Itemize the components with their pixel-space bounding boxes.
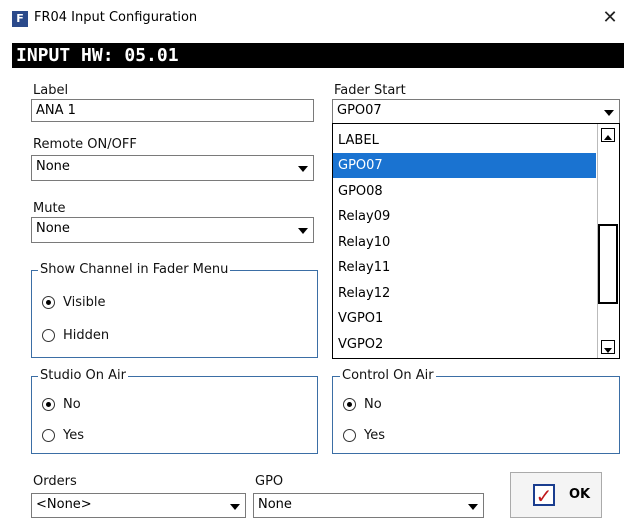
- label-input[interactable]: ANA 1: [31, 99, 314, 122]
- chevron-down-icon: [298, 166, 308, 172]
- control-yes-label: Yes: [364, 428, 385, 443]
- show-channel-title: Show Channel in Fader Menu: [38, 262, 231, 277]
- chevron-down-icon: [468, 504, 478, 510]
- visible-label: Visible: [63, 295, 106, 310]
- studio-no-radio[interactable]: [42, 398, 55, 411]
- dropdown-item[interactable]: Relay10: [333, 230, 596, 255]
- studio-on-air-title: Studio On Air: [38, 368, 128, 383]
- gpo-value: None: [258, 497, 292, 512]
- orders-select[interactable]: <None>: [31, 493, 246, 518]
- dropdown-item[interactable]: Relay12: [333, 281, 596, 306]
- chevron-down-icon: [298, 228, 308, 234]
- chevron-down-icon: [230, 504, 240, 510]
- mute-value: None: [36, 221, 70, 236]
- orders-caption: Orders: [33, 474, 77, 489]
- checkbox-check-icon: ✓: [533, 484, 555, 506]
- chevron-down-icon: [604, 348, 612, 353]
- gpo-caption: GPO: [255, 474, 284, 489]
- dropdown-item[interactable]: VGPO1: [333, 306, 596, 331]
- ok-button[interactable]: ✓ OK: [510, 472, 602, 518]
- dropdown-item[interactable]: VGPO2: [333, 332, 596, 357]
- fader-start-value: GPO07: [337, 103, 382, 118]
- control-no-radio[interactable]: [343, 398, 356, 411]
- control-yes-radio[interactable]: [343, 429, 356, 442]
- orders-value: <None>: [36, 497, 92, 512]
- scroll-up-button[interactable]: [601, 128, 615, 142]
- show-channel-group: [31, 270, 318, 358]
- control-on-air-title: Control On Air: [340, 368, 436, 383]
- mute-caption: Mute: [33, 201, 66, 216]
- dropdown-item-selected[interactable]: GPO07: [333, 153, 596, 178]
- scroll-down-button[interactable]: [601, 340, 615, 354]
- label-caption: Label: [33, 83, 69, 98]
- studio-yes-label: Yes: [63, 428, 84, 443]
- dropdown-scrollbar[interactable]: [597, 124, 619, 358]
- ok-label: OK: [569, 487, 591, 502]
- control-no-label: No: [364, 397, 382, 412]
- page-title: INPUT HW: 05.01: [16, 45, 179, 66]
- remote-caption: Remote ON/OFF: [33, 137, 137, 152]
- dropdown-item[interactable]: LABEL: [333, 128, 596, 153]
- window-title: FR04 Input Configuration: [34, 10, 198, 25]
- gpo-select[interactable]: None: [253, 493, 484, 518]
- close-icon[interactable]: ✕: [598, 6, 622, 30]
- dropdown-item[interactable]: Relay09: [333, 204, 596, 229]
- visible-radio[interactable]: [42, 296, 55, 309]
- dropdown-item[interactable]: GPO08: [333, 179, 596, 204]
- remote-value: None: [36, 159, 70, 174]
- scrollbar-thumb[interactable]: [598, 224, 618, 304]
- studio-no-label: No: [63, 397, 81, 412]
- chevron-up-icon: [604, 135, 612, 140]
- studio-yes-radio[interactable]: [42, 429, 55, 442]
- chevron-down-icon: [604, 110, 614, 116]
- app-icon: F: [12, 11, 28, 27]
- dropdown-item[interactable]: Relay11: [333, 255, 596, 280]
- fader-start-dropdown: LABEL GPO07 GPO08 Relay09 Relay10 Relay1…: [332, 123, 620, 359]
- fader-start-caption: Fader Start: [334, 83, 406, 98]
- hidden-label: Hidden: [63, 328, 110, 343]
- hidden-radio[interactable]: [42, 329, 55, 342]
- mute-select[interactable]: None: [31, 217, 314, 243]
- remote-select[interactable]: None: [31, 155, 314, 181]
- fader-start-select[interactable]: GPO07: [332, 99, 620, 124]
